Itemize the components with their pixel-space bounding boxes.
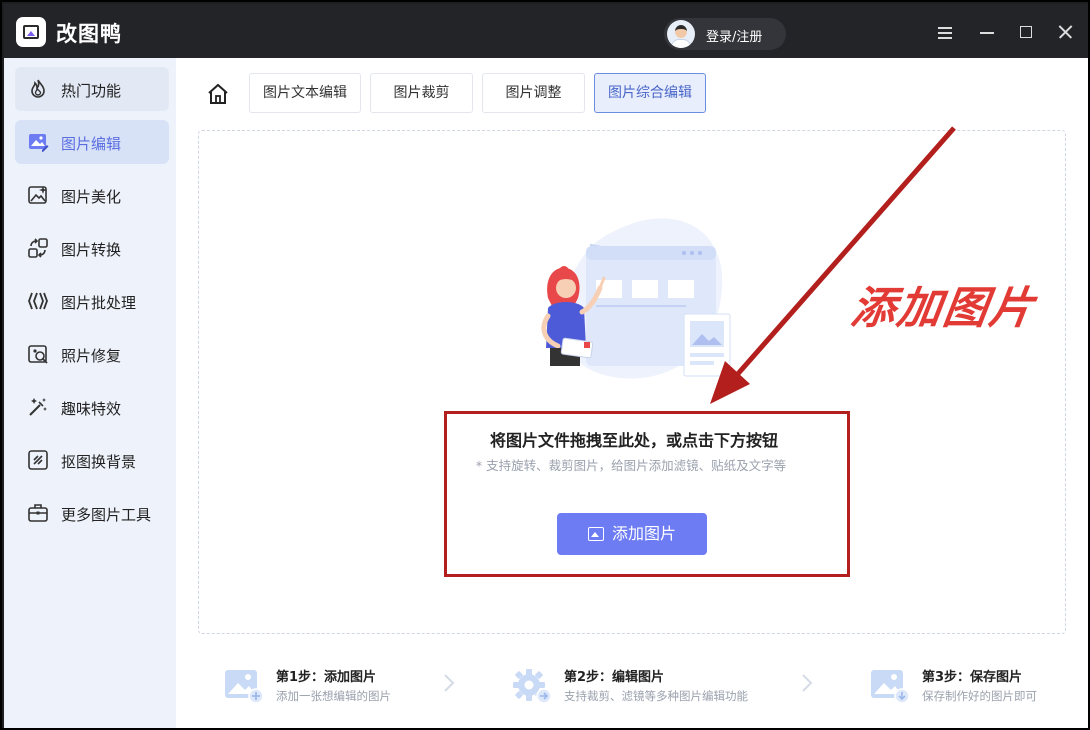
save-image-step-icon: [871, 670, 910, 704]
sidebar-item-fun-effects[interactable]: 趣味特效: [15, 385, 169, 429]
sidebar-item-label: 趣味特效: [61, 400, 122, 418]
maximize-icon[interactable]: [1017, 23, 1035, 41]
close-icon[interactable]: [1056, 23, 1074, 41]
login-button[interactable]: 登录/注册: [664, 18, 786, 50]
chevron-right-icon: [802, 674, 813, 692]
annotation-arrow: [710, 126, 956, 404]
sidebar-item-beautify[interactable]: 图片美化: [15, 173, 169, 217]
sidebar-item-photo-repair[interactable]: 照片修复: [15, 332, 169, 376]
app-window: 改图鸭 登录/注册 热门功能 图片编辑 图片美化 图片转换 图片批处理 照片修复…: [0, 0, 1090, 730]
sidebar-item-more-tools[interactable]: 更多图片工具: [15, 491, 169, 535]
convert-icon: [28, 238, 48, 258]
minimize-icon[interactable]: [978, 23, 996, 41]
sidebar-item-cutout[interactable]: 抠图换背景: [15, 438, 169, 482]
fire-icon: [31, 79, 45, 98]
sidebar-item-hot[interactable]: 热门功能: [15, 67, 169, 111]
toolbox-icon: [28, 504, 48, 522]
main-panel: 图片文本编辑 图片裁剪 图片调整 图片综合编辑 将图片文件拖拽至此处，或点击下方…: [176, 58, 1088, 728]
step-title: 第1步：添加图片: [276, 670, 377, 685]
app-logo-icon: [16, 17, 46, 47]
avatar: [667, 20, 695, 48]
photo-repair-icon: [28, 345, 48, 364]
sidebar-item-label: 照片修复: [61, 347, 122, 365]
step-desc: 支持裁剪、滤镜等多种图片编辑功能: [564, 689, 748, 703]
step-title: 第3步：保存图片: [922, 670, 1023, 685]
sidebar-item-batch[interactable]: 图片批处理: [15, 279, 169, 323]
step-desc: 保存制作好的图片即可: [922, 689, 1037, 703]
chevron-right-icon: [444, 674, 455, 692]
title-bar: 改图鸭 登录/注册: [4, 4, 1088, 58]
menu-icon[interactable]: [936, 23, 954, 41]
login-label: 登录/注册: [706, 30, 763, 45]
sidebar: 热门功能 图片编辑 图片美化 图片转换 图片批处理 照片修复 趣味特效 抠图换背…: [4, 58, 176, 728]
sidebar-item-label: 图片美化: [61, 188, 122, 206]
sidebar-item-label: 图片批处理: [61, 294, 137, 312]
sidebar-item-label: 图片转换: [61, 241, 122, 259]
step-title: 第2步：编辑图片: [564, 670, 665, 685]
sidebar-item-label: 更多图片工具: [61, 506, 152, 524]
sidebar-item-label: 图片编辑: [61, 135, 122, 153]
sidebar-item-label: 抠图换背景: [61, 453, 137, 471]
image-edit-icon: [29, 134, 49, 152]
app-title: 改图鸭: [56, 22, 122, 46]
image-beautify-icon: [28, 186, 47, 204]
batch-icon: [28, 292, 48, 310]
magic-wand-icon: [29, 398, 47, 416]
gear-icon: [513, 669, 552, 704]
step-desc: 添加一张想编辑的图片: [276, 689, 391, 703]
cutout-icon: [28, 450, 48, 470]
sidebar-item-image-edit[interactable]: 图片编辑: [15, 120, 169, 164]
add-image-step-icon: [225, 670, 264, 704]
sidebar-item-label: 热门功能: [61, 82, 122, 100]
sidebar-item-convert[interactable]: 图片转换: [15, 226, 169, 270]
